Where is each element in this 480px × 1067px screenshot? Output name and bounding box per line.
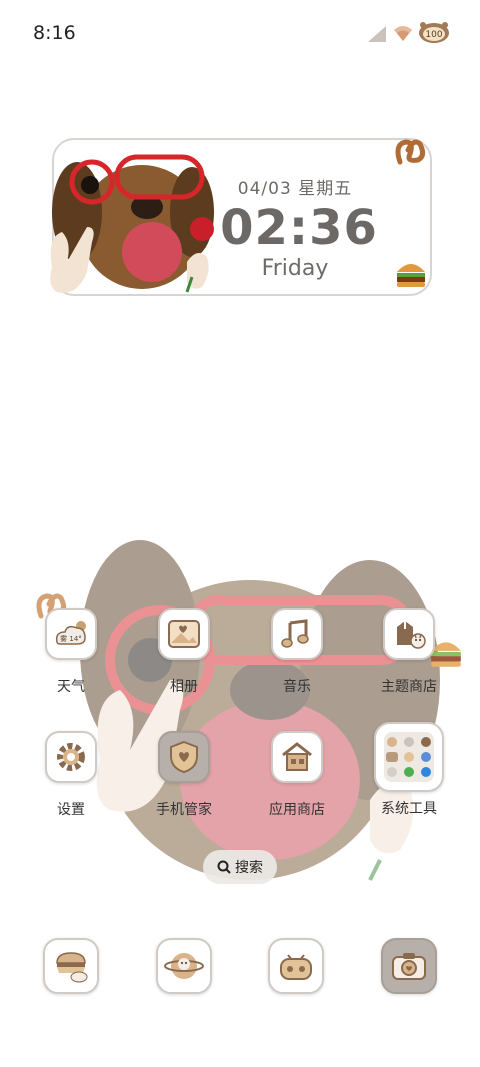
battery-icon: 100 xyxy=(419,22,449,43)
theme-store-icon[interactable] xyxy=(383,608,435,660)
app-label-weather: 天气 xyxy=(57,679,85,695)
widget-dog-image xyxy=(50,154,214,293)
system-tools-folder-icon[interactable] xyxy=(374,722,444,792)
app-label-app-store: 应用商店 xyxy=(269,802,325,818)
widget-time: 02:36 xyxy=(220,200,378,256)
dock-camera-icon[interactable] xyxy=(381,938,437,994)
app-gallery[interactable]: 相册 xyxy=(129,608,239,696)
pretzel-sticker-icon xyxy=(395,139,426,165)
app-store-house-icon[interactable] xyxy=(271,731,323,783)
search-label: 搜索 xyxy=(235,860,263,876)
weather-icon[interactable]: 雾 14° xyxy=(45,608,97,660)
app-weather[interactable]: 雾 14° 天气 xyxy=(16,608,126,696)
dock-browser-icon[interactable] xyxy=(156,938,212,994)
app-app-store[interactable]: 应用商店 xyxy=(242,731,352,819)
settings-gear-icon[interactable] xyxy=(45,731,97,783)
status-bar: 8:16 100 xyxy=(0,0,480,68)
app-label-theme-store: 主题商店 xyxy=(381,679,437,695)
battery-level: 100 xyxy=(425,30,442,40)
search-button[interactable]: 搜索 xyxy=(203,850,277,884)
widget-date: 04/03 星期五 xyxy=(237,179,353,199)
app-theme-store[interactable]: 主题商店 xyxy=(354,608,464,696)
app-label-phone-manager: 手机管家 xyxy=(156,802,212,818)
app-label-settings: 设置 xyxy=(57,802,85,818)
burger-sticker-icon xyxy=(397,264,425,287)
search-icon xyxy=(217,860,231,874)
wifi-icon xyxy=(394,26,412,41)
app-label-gallery: 相册 xyxy=(170,679,198,695)
music-icon[interactable] xyxy=(271,608,323,660)
weather-badge: 雾 14° xyxy=(60,635,82,643)
gallery-icon[interactable] xyxy=(158,608,210,660)
app-label-system-tools: 系统工具 xyxy=(381,801,437,817)
widget-weekday: Friday xyxy=(261,256,329,281)
app-system-tools-folder[interactable]: 系统工具 xyxy=(354,722,464,818)
app-label-music: 音乐 xyxy=(283,679,311,695)
app-settings[interactable]: 设置 xyxy=(16,731,126,819)
app-music[interactable]: 音乐 xyxy=(242,608,352,696)
phone-manager-shield-icon[interactable] xyxy=(158,731,210,783)
status-time: 8:16 xyxy=(33,22,76,44)
dock-bilibili-icon[interactable] xyxy=(268,938,324,994)
home-screen: 8:16 100 04/03 星期五 02:36 Friday 雾 14° 天气… xyxy=(0,0,480,1067)
dock-messages-icon[interactable] xyxy=(43,938,99,994)
app-phone-manager[interactable]: 手机管家 xyxy=(129,731,239,819)
signal-icon xyxy=(368,26,386,42)
